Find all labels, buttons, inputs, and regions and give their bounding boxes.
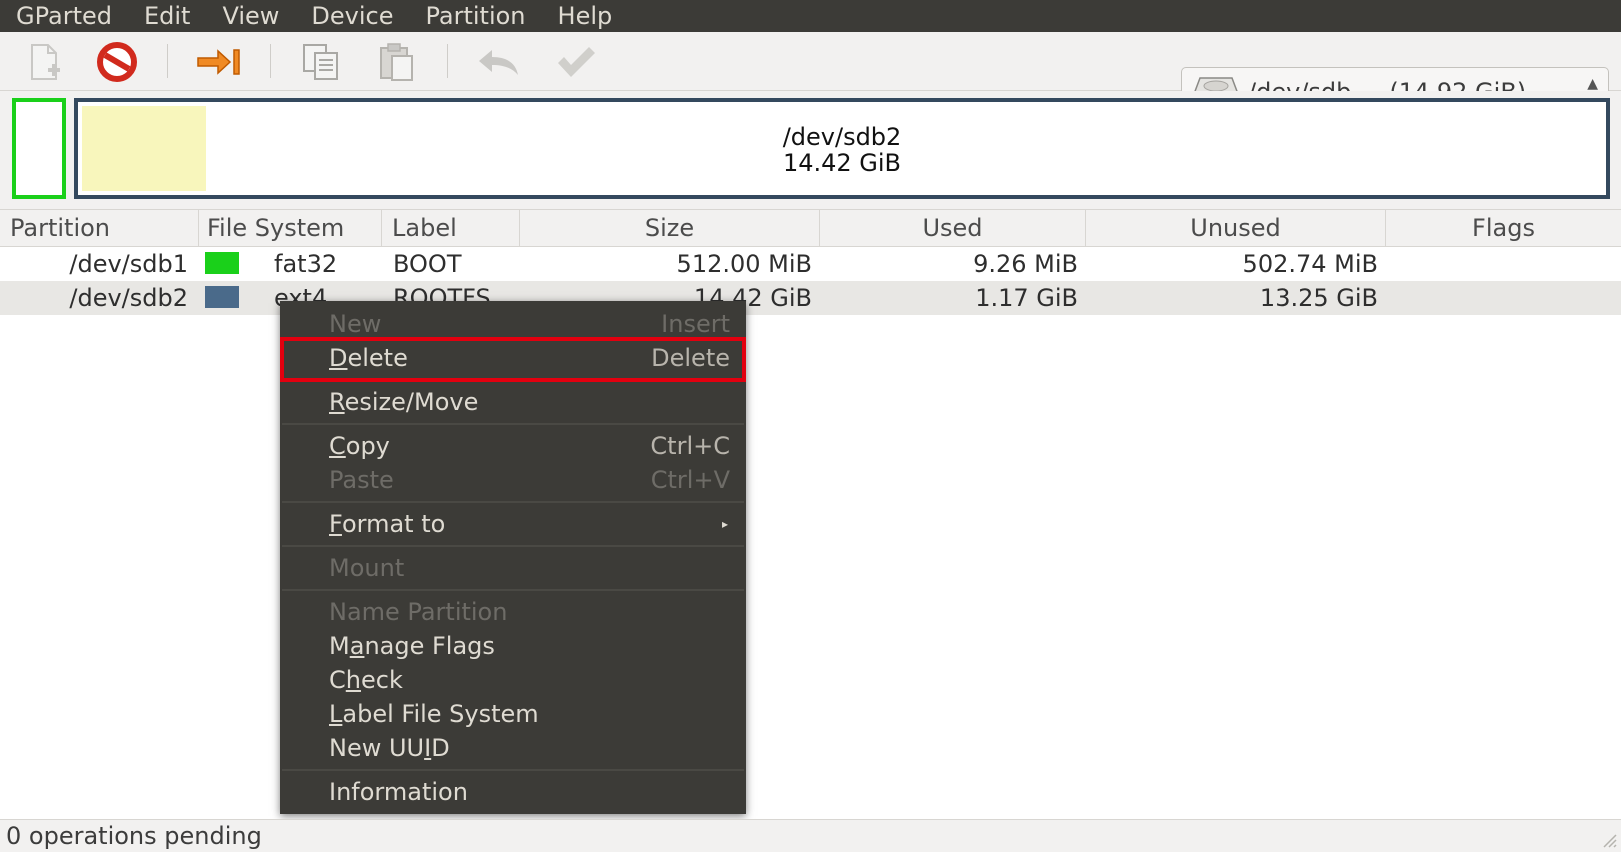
menu-separator xyxy=(282,769,744,771)
menu-item-new-accel: Insert xyxy=(661,310,730,338)
menu-item-information[interactable]: Information xyxy=(280,775,746,809)
table-row[interactable]: /dev/sdb1 fat32 BOOT 512.00 MiB 9.26 MiB… xyxy=(0,247,1621,281)
menu-item-mount-label: Mount xyxy=(329,554,405,582)
menu-item-check[interactable]: Check xyxy=(280,663,746,697)
menu-item-resize-move[interactable]: Resize/Move xyxy=(280,385,746,419)
partition-block-sdb2[interactable]: /dev/sdb2 14.42 GiB xyxy=(74,98,1610,199)
table-row-selected[interactable]: /dev/sdb2 ext4 ROOTFS 14.42 GiB 1.17 GiB… xyxy=(0,281,1621,315)
menu-item-check-label: Check xyxy=(329,666,403,694)
resize-move-button[interactable] xyxy=(196,40,242,84)
partition-block-selected-outline: /dev/sdb2 14.42 GiB xyxy=(78,102,1606,195)
delete-icon xyxy=(97,42,137,82)
menu-partition[interactable]: Partition xyxy=(410,0,542,32)
menu-item-label-file-system[interactable]: Label File System xyxy=(280,697,746,731)
menu-item-copy-label: Copy xyxy=(329,432,390,460)
column-used[interactable]: Used xyxy=(820,210,1086,246)
menu-item-format-to[interactable]: Format to ▸ xyxy=(280,507,746,541)
delete-highlight-box xyxy=(280,337,746,382)
cell-flags xyxy=(1386,281,1621,315)
toolbar: /dev/sdb (14.92 GiB) ▲▼ xyxy=(0,32,1621,117)
disk-visualization: /dev/sdb2 14.42 GiB xyxy=(0,91,1621,203)
partition-block-label: /dev/sdb2 14.42 GiB xyxy=(80,124,1604,176)
partition-block-name: /dev/sdb2 xyxy=(782,123,902,151)
menu-item-new-label: New xyxy=(329,310,382,338)
undo-button[interactable] xyxy=(476,40,522,84)
status-bar: 0 operations pending xyxy=(0,819,1621,852)
cell-partition: /dev/sdb1 xyxy=(69,250,188,278)
column-label[interactable]: Label xyxy=(382,210,520,246)
new-icon xyxy=(31,44,60,80)
paste-button[interactable] xyxy=(374,40,420,84)
toolbar-separator xyxy=(167,44,168,78)
resize-grip-icon[interactable] xyxy=(1601,832,1617,848)
column-unused[interactable]: Unused xyxy=(1086,210,1386,246)
status-text: 0 operations pending xyxy=(6,822,262,850)
menu-item-copy[interactable]: Copy Ctrl+C xyxy=(280,429,746,463)
menu-item-name-partition-label: Name Partition xyxy=(329,598,508,626)
toolbar-separator xyxy=(270,44,271,78)
menu-separator xyxy=(282,501,744,503)
delete-partition-button[interactable] xyxy=(94,40,140,84)
menu-edit[interactable]: Edit xyxy=(128,0,206,32)
cell-file-system: fat32 xyxy=(274,250,338,278)
column-size[interactable]: Size xyxy=(520,210,820,246)
new-partition-button[interactable] xyxy=(21,40,67,84)
menu-item-manage-flags[interactable]: Manage Flags xyxy=(280,629,746,663)
cell-label: BOOT xyxy=(393,250,462,278)
menu-item-paste-label: Paste xyxy=(329,466,394,494)
menu-item-name-partition[interactable]: Name Partition xyxy=(280,595,746,629)
menu-bar: GParted Edit View Device Partition Help xyxy=(0,0,1621,32)
menu-item-new-uuid[interactable]: New UUID xyxy=(280,731,746,765)
copy-button[interactable] xyxy=(298,40,344,84)
menu-item-format-to-label: Format to xyxy=(329,510,446,538)
menu-separator xyxy=(282,545,744,547)
menu-item-mount[interactable]: Mount xyxy=(280,551,746,585)
cell-size: 512.00 MiB xyxy=(676,250,812,278)
menu-separator xyxy=(282,423,744,425)
resize-move-icon xyxy=(197,49,240,75)
apply-icon xyxy=(558,47,595,77)
menu-help[interactable]: Help xyxy=(542,0,629,32)
menu-item-paste[interactable]: Paste Ctrl+V xyxy=(280,463,746,497)
menu-device[interactable]: Device xyxy=(295,0,409,32)
menu-item-new[interactable]: New Insert xyxy=(280,307,746,341)
partition-table: Partition File System Label Size Used Un… xyxy=(0,209,1621,820)
menu-item-resize-move-label: Resize/Move xyxy=(329,388,479,416)
menu-gparted[interactable]: GParted xyxy=(0,0,128,32)
undo-icon xyxy=(479,50,518,75)
submenu-arrow-icon: ▸ xyxy=(721,517,728,531)
menu-item-information-label: Information xyxy=(329,778,468,806)
partition-block-size: 14.42 GiB xyxy=(782,149,902,177)
cell-unused: 13.25 GiB xyxy=(1259,284,1378,312)
copy-icon xyxy=(303,44,338,80)
partition-block-sdb1[interactable] xyxy=(12,98,66,199)
paste-icon xyxy=(380,43,413,81)
menu-item-label-file-system-label: Label File System xyxy=(329,700,539,728)
cell-partition: /dev/sdb2 xyxy=(69,284,188,312)
menu-item-paste-accel: Ctrl+V xyxy=(650,466,730,494)
column-flags[interactable]: Flags xyxy=(1386,210,1621,246)
cell-unused: 502.74 MiB xyxy=(1242,250,1378,278)
table-header: Partition File System Label Size Used Un… xyxy=(0,210,1621,247)
menu-item-copy-accel: Ctrl+C xyxy=(650,432,730,460)
toolbar-separator xyxy=(447,44,448,78)
cell-used: 9.26 MiB xyxy=(973,250,1078,278)
menu-item-new-uuid-label: New UUID xyxy=(329,734,450,762)
menu-view[interactable]: View xyxy=(206,0,295,32)
menu-item-manage-flags-label: Manage Flags xyxy=(329,632,495,660)
filesystem-color-swatch xyxy=(205,252,239,274)
column-partition[interactable]: Partition xyxy=(0,210,199,246)
column-file-system[interactable]: File System xyxy=(199,210,382,246)
cell-used: 1.17 GiB xyxy=(975,284,1078,312)
filesystem-color-swatch xyxy=(205,286,239,308)
apply-button[interactable] xyxy=(553,40,599,84)
menu-separator xyxy=(282,589,744,591)
cell-flags xyxy=(1386,247,1621,281)
